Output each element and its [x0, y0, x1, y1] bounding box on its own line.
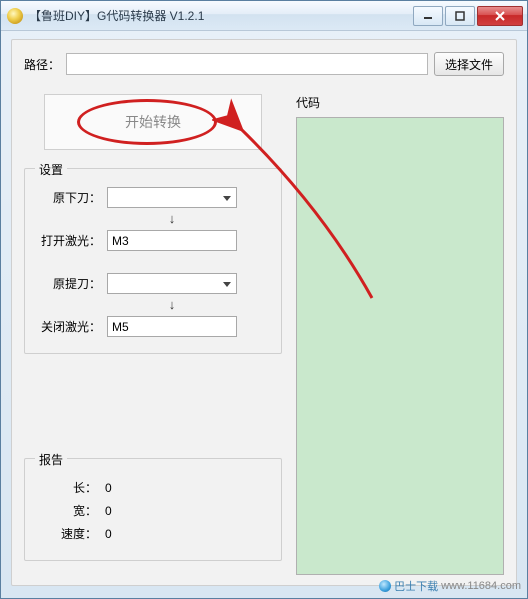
orig-up-row: 原提刀：: [37, 273, 269, 294]
report-speed-row: 速度： 0: [37, 525, 269, 542]
orig-up-combo[interactable]: [107, 273, 237, 294]
window-title: 【鲁班DIY】G代码转换器 V1.2.1: [29, 7, 411, 24]
report-width-row: 宽： 0: [37, 502, 269, 519]
code-label: 代码: [296, 94, 504, 111]
watermark-url: www.11684.com: [441, 580, 521, 592]
report-group: 报告 长： 0 宽： 0 速度： 0: [24, 458, 282, 561]
app-window: 【鲁班DIY】G代码转换器 V1.2.1 路径： 选择文件 开始转换: [0, 0, 528, 599]
close-laser-input[interactable]: [107, 316, 237, 337]
right-column: 代码: [296, 94, 504, 575]
orig-down-label: 原下刀：: [37, 189, 101, 206]
close-icon: [494, 11, 506, 21]
minimize-icon: [423, 11, 433, 21]
orig-up-label: 原提刀：: [37, 275, 101, 292]
path-label: 路径：: [24, 56, 60, 73]
spacer: [37, 255, 269, 269]
open-laser-label: 打开激光：: [37, 232, 101, 249]
left-column: 开始转换 设置 原下刀： ↓ 打开激光：: [24, 94, 282, 575]
open-laser-row: 打开激光：: [37, 230, 269, 251]
close-laser-label: 关闭激光：: [37, 318, 101, 335]
window-buttons: [411, 6, 523, 26]
close-laser-row: 关闭激光：: [37, 316, 269, 337]
report-length-value: 0: [105, 481, 112, 495]
settings-legend: 设置: [35, 161, 67, 178]
client-area: 路径： 选择文件 开始转换 设置 原下刀： ↓ 打开激光: [11, 39, 517, 586]
columns: 开始转换 设置 原下刀： ↓ 打开激光：: [24, 94, 504, 575]
start-convert-label: 开始转换: [125, 112, 181, 132]
maximize-icon: [455, 11, 465, 21]
report-speed-label: 速度：: [37, 525, 97, 542]
report-width-label: 宽：: [37, 502, 97, 519]
start-convert-button[interactable]: 开始转换: [44, 94, 262, 150]
orig-down-combo[interactable]: [107, 187, 237, 208]
watermark-brand: 巴士下载: [394, 578, 438, 594]
code-output[interactable]: [296, 117, 504, 575]
browse-button[interactable]: 选择文件: [434, 52, 504, 76]
report-speed-value: 0: [105, 527, 112, 541]
close-button[interactable]: [477, 6, 523, 26]
path-row: 路径： 选择文件: [24, 52, 504, 76]
app-icon: [7, 8, 23, 24]
report-length-row: 长： 0: [37, 479, 269, 496]
titlebar: 【鲁班DIY】G代码转换器 V1.2.1: [1, 1, 527, 31]
orig-down-row: 原下刀：: [37, 187, 269, 208]
arrow-down-icon: ↓: [107, 212, 237, 226]
report-width-value: 0: [105, 504, 112, 518]
maximize-button[interactable]: [445, 6, 475, 26]
settings-group: 设置 原下刀： ↓ 打开激光： 原提刀： ↓: [24, 168, 282, 354]
report-length-label: 长：: [37, 479, 97, 496]
report-legend: 报告: [35, 451, 67, 468]
watermark: 巴士下载 www.11684.com: [379, 578, 521, 594]
open-laser-input[interactable]: [107, 230, 237, 251]
arrow-down-icon: ↓: [107, 298, 237, 312]
minimize-button[interactable]: [413, 6, 443, 26]
path-input[interactable]: [66, 53, 428, 75]
watermark-icon: [379, 580, 391, 592]
